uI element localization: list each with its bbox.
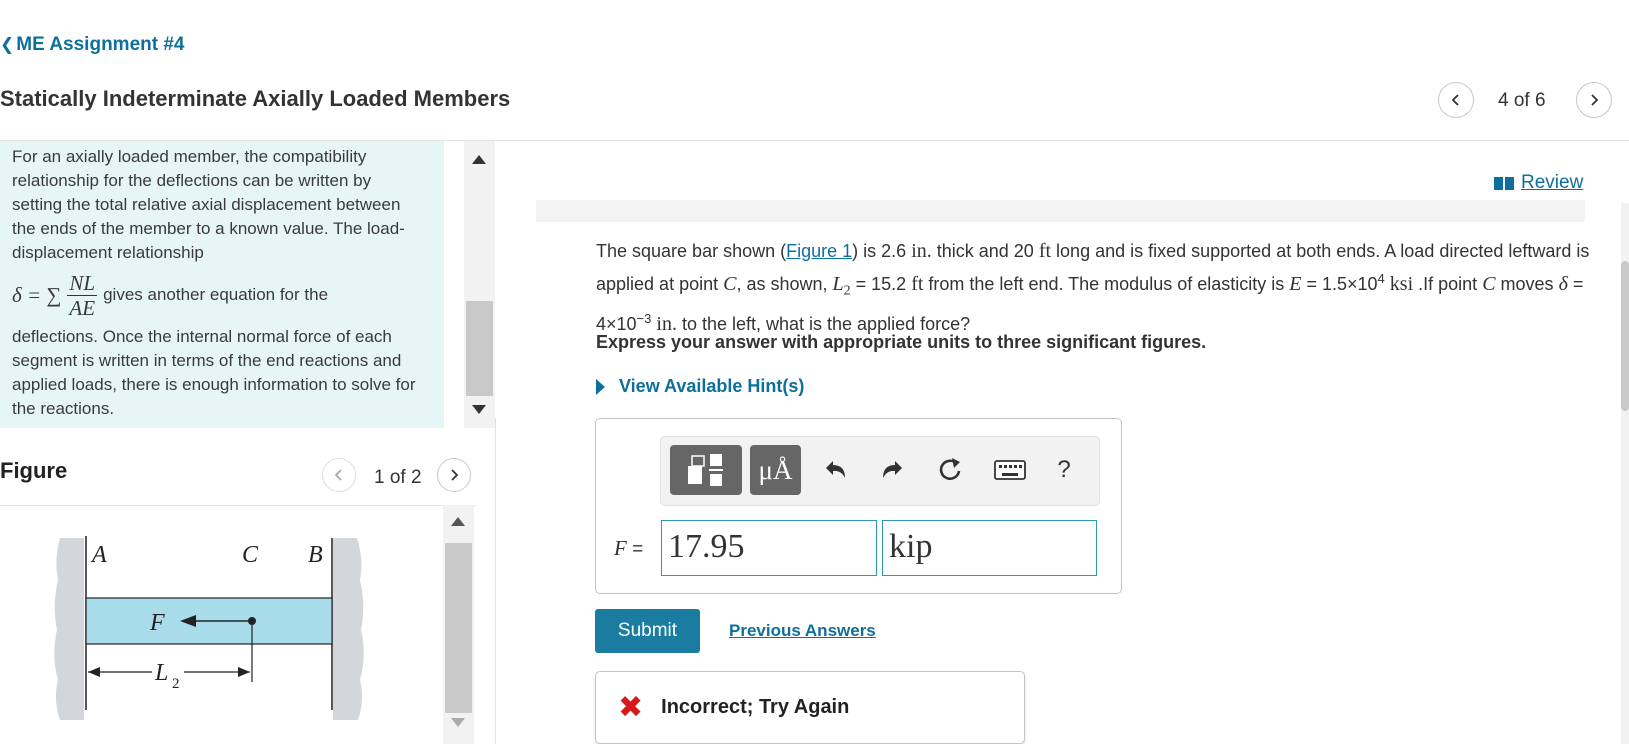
templates-button[interactable] [670,445,742,495]
redo-icon [883,461,902,478]
label-f: F [149,610,165,636]
figure-counter: 1 of 2 [374,467,422,488]
bar-figure: A C B F L 2 [54,536,364,720]
chevron-right-icon [1591,94,1599,106]
redo-button[interactable] [874,452,910,488]
scroll-down-icon[interactable] [451,718,465,727]
chevron-right-icon [451,469,459,481]
units-button[interactable]: μÅ [750,445,801,495]
scroll-up-icon[interactable] [451,517,465,526]
formula-tail: gives another equation for the [103,285,329,304]
problem-statement: The square bar shown (Figure 1) is 2.6 i… [596,240,1590,335]
part-header-bar [536,200,1585,222]
templates-icon [688,454,723,486]
page-title: Statically Indeterminate Axially Loaded … [0,86,511,111]
chevron-left-icon: ❮ [0,35,15,54]
intro-scrollbar[interactable] [464,141,495,428]
formula-lhs: δ = ∑ [12,283,62,307]
answer-instruction: Express your answer with appropriate uni… [596,332,1207,352]
figure-1-link[interactable]: Figure 1 [786,241,852,261]
caret-right-icon [596,378,605,395]
reset-button[interactable] [932,452,968,488]
load-displacement-formula: δ = ∑ NL AE gives another equation for t… [12,265,422,325]
figure-scrollbar[interactable] [443,505,474,744]
label-b: B [308,542,323,568]
feedback-message: Incorrect; Try Again [661,696,850,718]
formula-fraction: NL AE [67,270,98,320]
previous-item-button[interactable] [1438,82,1474,118]
keyboard-icon [994,460,1026,480]
right-wall-support [333,538,364,720]
back-to-assignment-link[interactable]: ❮ ME Assignment #4 [0,34,184,56]
figure-heading: Figure [0,458,68,483]
book-icon [1494,177,1514,190]
scrollbar-thumb[interactable] [466,301,493,396]
answer-value-input[interactable]: 17.95 [661,520,877,576]
assignment-name: ME Assignment #4 [16,34,185,55]
scrollbar-thumb[interactable] [445,543,472,713]
formula-denominator: AE [69,295,96,320]
feedback-box: ✖ Incorrect; Try Again [595,671,1025,744]
panel-divider [495,418,496,744]
chevron-left-icon [334,469,342,481]
keyboard-button[interactable] [990,452,1030,488]
label-a: A [90,542,107,568]
item-counter: 4 of 6 [1498,90,1546,111]
next-item-button[interactable] [1576,82,1612,118]
previous-answers-link[interactable]: Previous Answers [729,621,876,641]
scroll-up-icon[interactable] [472,155,486,164]
chevron-left-icon [1451,94,1459,106]
figure-divider [0,505,475,506]
previous-figure-button[interactable] [322,458,356,492]
intro-paragraph-1: For an axially loaded member, the compat… [12,147,405,262]
undo-button[interactable] [818,452,854,488]
submit-button[interactable]: Submit [595,609,700,653]
reset-icon [939,458,961,481]
next-figure-button[interactable] [437,458,471,492]
scroll-down-icon[interactable] [472,405,486,414]
incorrect-icon: ✖ [618,690,644,724]
formula-numerator: NL [67,270,98,296]
scrollbar-thumb[interactable] [1621,261,1629,411]
intro-text: For an axially loaded member, the compat… [12,145,422,421]
review-label: Review [1521,172,1584,193]
view-hints-label: View Available Hint(s) [619,376,805,396]
label-l-subscript: 2 [172,676,180,692]
help-button[interactable]: ? [1046,452,1082,488]
intro-paragraph-2: deflections. Once the internal normal fo… [12,327,416,418]
view-hints-toggle[interactable]: View Available Hint(s) [596,376,804,397]
label-l: L [154,660,168,686]
answer-variable-label: F = [614,536,644,560]
left-wall-support [54,538,84,720]
label-c: C [242,542,259,568]
review-link[interactable]: Review [1493,172,1583,194]
page-scrollbar[interactable] [1621,203,1629,744]
undo-icon [826,461,845,478]
answer-unit-input[interactable]: kip [882,520,1097,576]
